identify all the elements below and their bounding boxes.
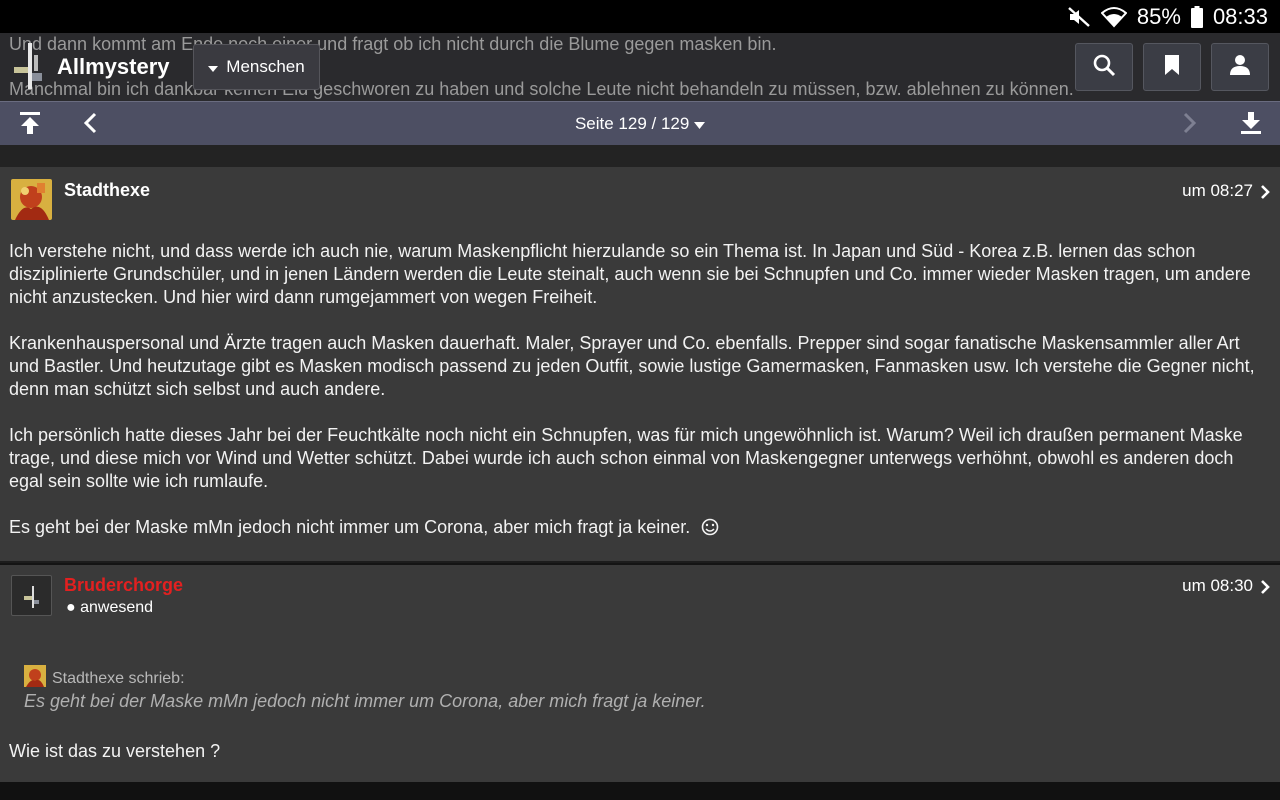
post-timestamp[interactable]: um 08:27 xyxy=(1182,181,1253,201)
page-label: Seite 129 / 129 xyxy=(574,114,690,133)
post-paragraph: Ich verstehe nicht, und dass werde ich a… xyxy=(9,241,1251,307)
battery-icon xyxy=(1190,5,1203,28)
quote-header: Stadthexe schrieb: xyxy=(24,665,185,692)
pagination-bar: Seite 129 / 129 xyxy=(0,101,1280,146)
post-paragraph: Ich persönlich hatte dieses Jahr bei der… xyxy=(9,425,1243,491)
smiley-icon xyxy=(701,518,719,542)
online-status-label: anwesend xyxy=(80,599,154,616)
search-icon xyxy=(1092,53,1116,82)
divider xyxy=(0,145,1280,168)
caret-down-icon xyxy=(694,114,706,133)
scrolled-text-line: Und dann kommt am Ende noch einer und fr… xyxy=(9,34,777,54)
site-name[interactable]: Allmystery xyxy=(57,54,170,80)
wifi-icon xyxy=(1100,6,1127,28)
user-icon xyxy=(1229,54,1251,81)
post-timestamp[interactable]: um 08:30 xyxy=(1182,576,1253,596)
post-body: Ich verstehe nicht, und dass werde ich a… xyxy=(9,240,1269,565)
category-menu-label: Menschen xyxy=(226,57,305,76)
chevron-right-icon[interactable] xyxy=(1260,579,1270,600)
clock: 08:33 xyxy=(1212,3,1268,29)
category-menu-button[interactable]: Menschen xyxy=(193,44,320,90)
quote-text: Es geht bei der Maske mMn jedoch nicht i… xyxy=(24,691,706,711)
scrolled-text-line: Manchmal bin ich dankbar keinen Eid gesc… xyxy=(9,79,1074,99)
caret-down-icon xyxy=(208,57,219,77)
avatar[interactable] xyxy=(11,575,52,616)
post-paragraph-last: Es geht bei der Maske mMn jedoch nicht i… xyxy=(9,516,1269,542)
search-button[interactable] xyxy=(1075,43,1133,91)
post-author[interactable]: Bruderchorge xyxy=(64,575,183,596)
post-paragraph: Krankenhauspersonal und Ärzte tragen auc… xyxy=(9,333,1255,399)
site-logo-icon[interactable] xyxy=(12,43,46,89)
page-selector[interactable]: Seite 129 / 129 xyxy=(0,114,1280,134)
site-header: Und dann kommt am Ende noch einer und fr… xyxy=(0,33,1280,101)
online-status: ● anwesend xyxy=(66,599,153,617)
chevron-right-icon[interactable] xyxy=(1260,184,1270,205)
user-account-button[interactable] xyxy=(1211,43,1269,91)
bookmark-icon xyxy=(1165,54,1179,80)
post-body: Wie ist das zu verstehen ? xyxy=(9,741,221,761)
bookmark-button[interactable] xyxy=(1143,43,1201,91)
quote-author: Stadthexe schrieb: xyxy=(52,669,185,687)
bottom-edge xyxy=(0,782,1280,800)
status-bar: 85% 08:33 xyxy=(0,0,1280,33)
battery-percent: 85% xyxy=(1136,3,1181,29)
forum-post: Stadthexe um 08:27 Ich verstehe nicht, u… xyxy=(0,167,1280,561)
next-page-icon[interactable] xyxy=(1182,111,1198,140)
post-paragraph-text: Es geht bei der Maske mMn jedoch nicht i… xyxy=(9,517,691,537)
online-dot-icon: ● xyxy=(66,599,76,616)
avatar[interactable] xyxy=(11,179,52,220)
post-author[interactable]: Stadthexe xyxy=(64,180,150,201)
last-page-icon[interactable] xyxy=(1239,111,1263,140)
forum-post: Bruderchorge ● anwesend um 08:30 Stadthe… xyxy=(0,563,1280,784)
mute-icon xyxy=(1067,6,1091,28)
quote-avatar xyxy=(24,665,46,692)
